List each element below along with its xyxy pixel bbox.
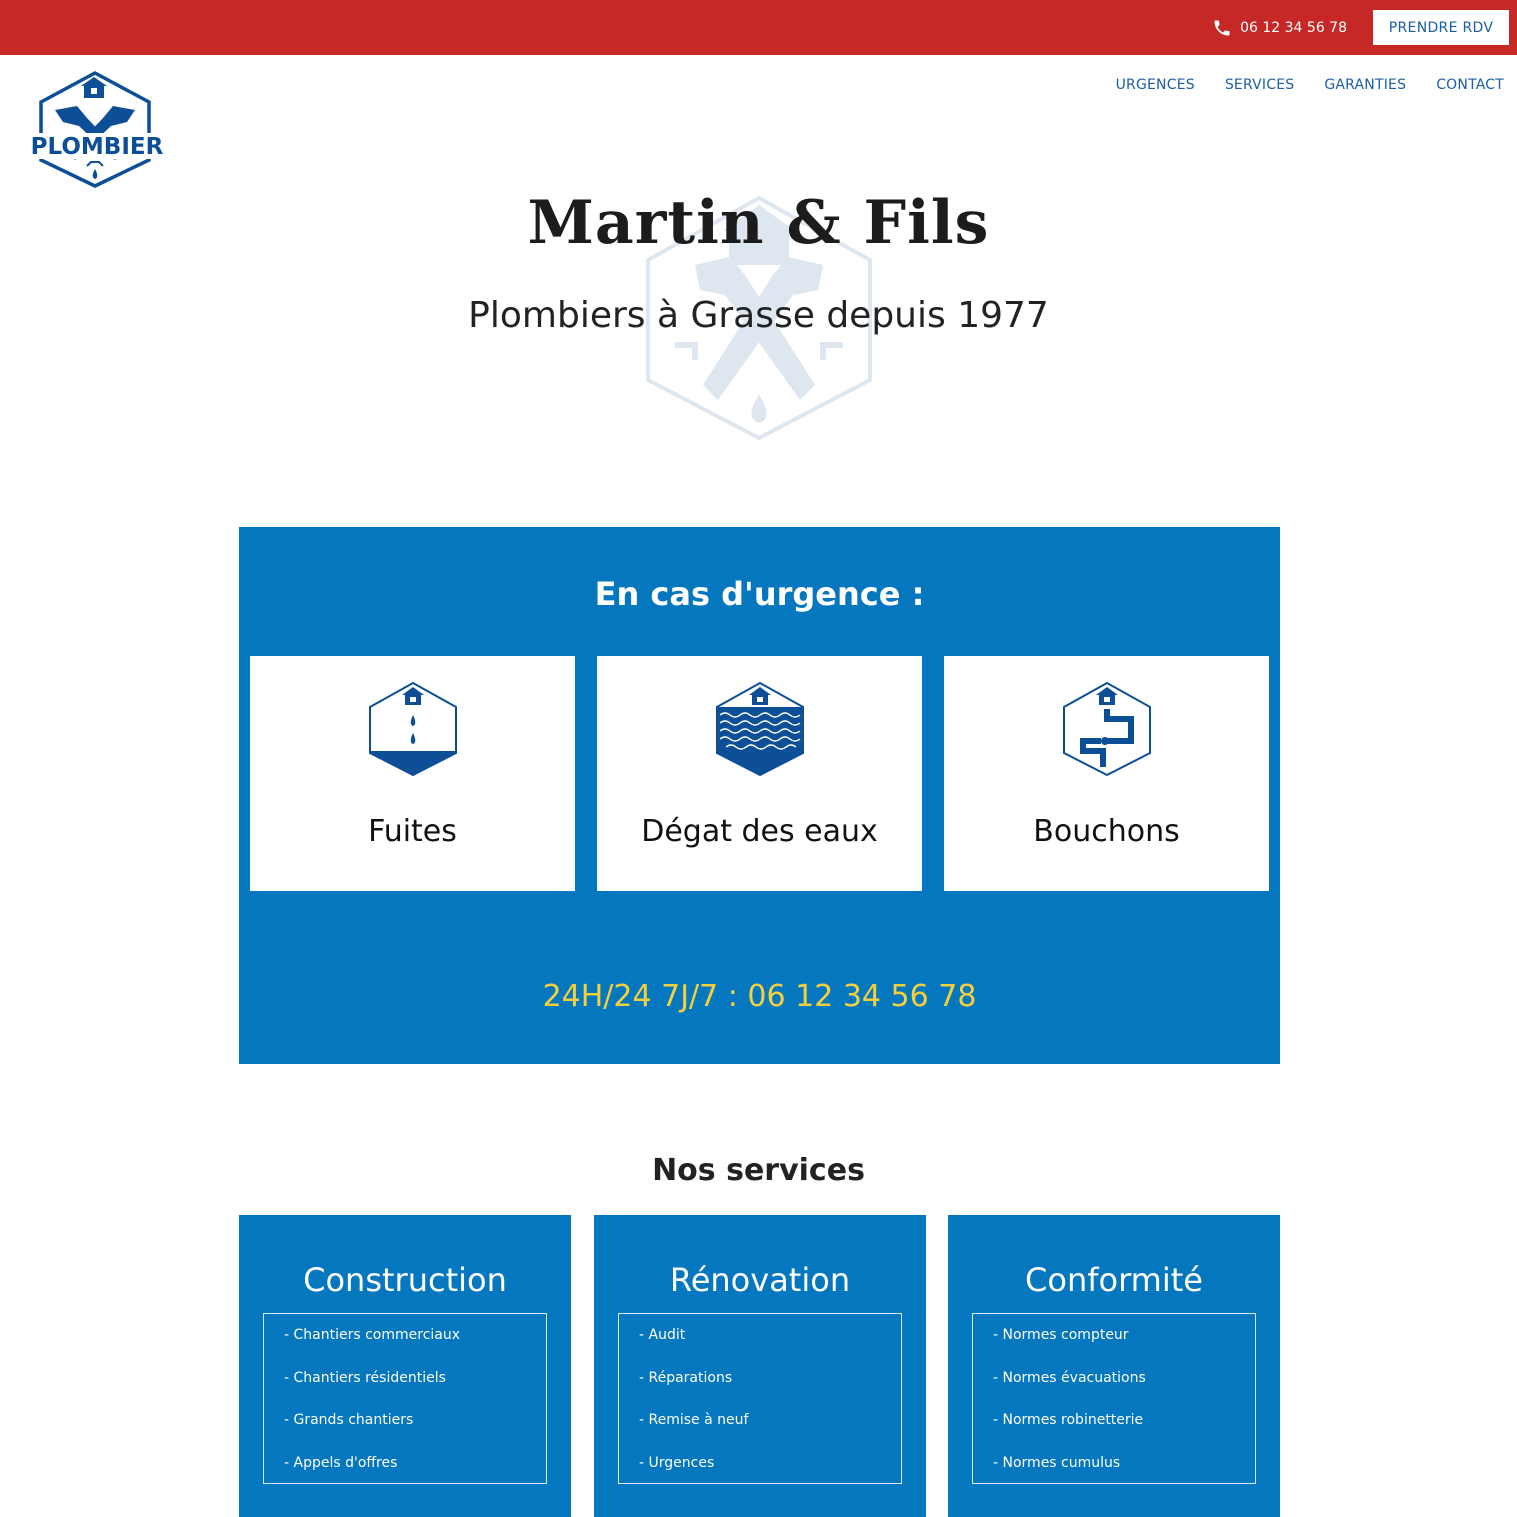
- list-item: - Normes cumulus: [993, 1454, 1121, 1471]
- list-item: - Normes compteur: [993, 1327, 1129, 1343]
- card-label: Dégat des eaux: [641, 814, 878, 849]
- list-item: - Audit: [639, 1327, 686, 1343]
- flood-icon: [716, 681, 804, 777]
- svg-text:PLOMBIER: PLOMBIER: [31, 134, 164, 160]
- service-heading: Rénovation: [669, 1261, 851, 1299]
- list-item: - Chantiers résidentiels: [284, 1369, 446, 1386]
- services-title: Nos services: [652, 1153, 865, 1188]
- service-list: - Chantiers commerciaux - Chantiers rési…: [263, 1313, 547, 1484]
- urgence-phone-link[interactable]: 24H/24 7J/7 : 06 12 34 56 78: [239, 979, 1280, 1014]
- topbar-phone-link[interactable]: 06 12 34 56 78: [1212, 12, 1347, 44]
- service-construction: Construction - Chantiers commerciaux - C…: [239, 1215, 571, 1517]
- card-degat-des-eaux[interactable]: Dégat des eaux: [597, 656, 922, 891]
- list-item: - Remise à neuf: [639, 1412, 749, 1428]
- phone-icon: [1214, 20, 1230, 36]
- service-heading: Conformité: [1025, 1261, 1203, 1299]
- list-item: - Urgences: [639, 1454, 715, 1471]
- hero-subtitle: Plombiers à Grasse depuis 1977: [468, 295, 1049, 336]
- list-item: - Chantiers commerciaux: [284, 1327, 461, 1343]
- topbar-phone-number: 06 12 34 56 78: [1240, 20, 1347, 36]
- card-fuites[interactable]: Fuites: [250, 656, 575, 891]
- urgences-section: En cas d'urgence : Fuites Dégat des eaux: [239, 527, 1280, 1064]
- urgences-title: En cas d'urgence :: [594, 575, 925, 613]
- pipe-icon: [1063, 681, 1151, 777]
- card-bouchons[interactable]: Bouchons: [944, 656, 1269, 891]
- list-item: - Grands chantiers: [284, 1412, 414, 1428]
- service-renovation: Rénovation - Audit - Réparations - Remis…: [594, 1215, 926, 1517]
- card-label: Bouchons: [1033, 814, 1180, 849]
- service-list: - Audit - Réparations - Remise à neuf - …: [618, 1313, 902, 1484]
- prendre-rdv-button[interactable]: PRENDRE RDV: [1373, 10, 1509, 45]
- list-item: - Appels d'offres: [284, 1454, 398, 1471]
- card-label: Fuites: [368, 814, 457, 849]
- list-item: - Normes robinetterie: [993, 1412, 1144, 1428]
- nav-contact[interactable]: CONTACT: [1436, 77, 1504, 93]
- water-drop-icon: [369, 681, 457, 777]
- main-nav: URGENCES SERVICES GARANTIES CONTACT: [1116, 77, 1504, 93]
- list-item: - Normes évacuations: [993, 1369, 1146, 1386]
- nav-garanties[interactable]: GARANTIES: [1324, 77, 1406, 93]
- top-bar: 06 12 34 56 78 PRENDRE RDV: [0, 0, 1517, 55]
- hero-title: Martin & Fils: [527, 188, 990, 258]
- plombier-logo[interactable]: PLOMBIER PLOMBIER: [27, 70, 167, 188]
- service-heading: Construction: [303, 1261, 507, 1299]
- service-list: - Normes compteur - Normes évacuations -…: [972, 1313, 1256, 1484]
- nav-services[interactable]: SERVICES: [1225, 77, 1295, 93]
- nav-urgences[interactable]: URGENCES: [1116, 77, 1195, 93]
- list-item: - Réparations: [639, 1369, 733, 1386]
- logo-text: PLOMBIER: [167, 70, 168, 71]
- service-conformite: Conformité - Normes compteur - Normes év…: [948, 1215, 1280, 1517]
